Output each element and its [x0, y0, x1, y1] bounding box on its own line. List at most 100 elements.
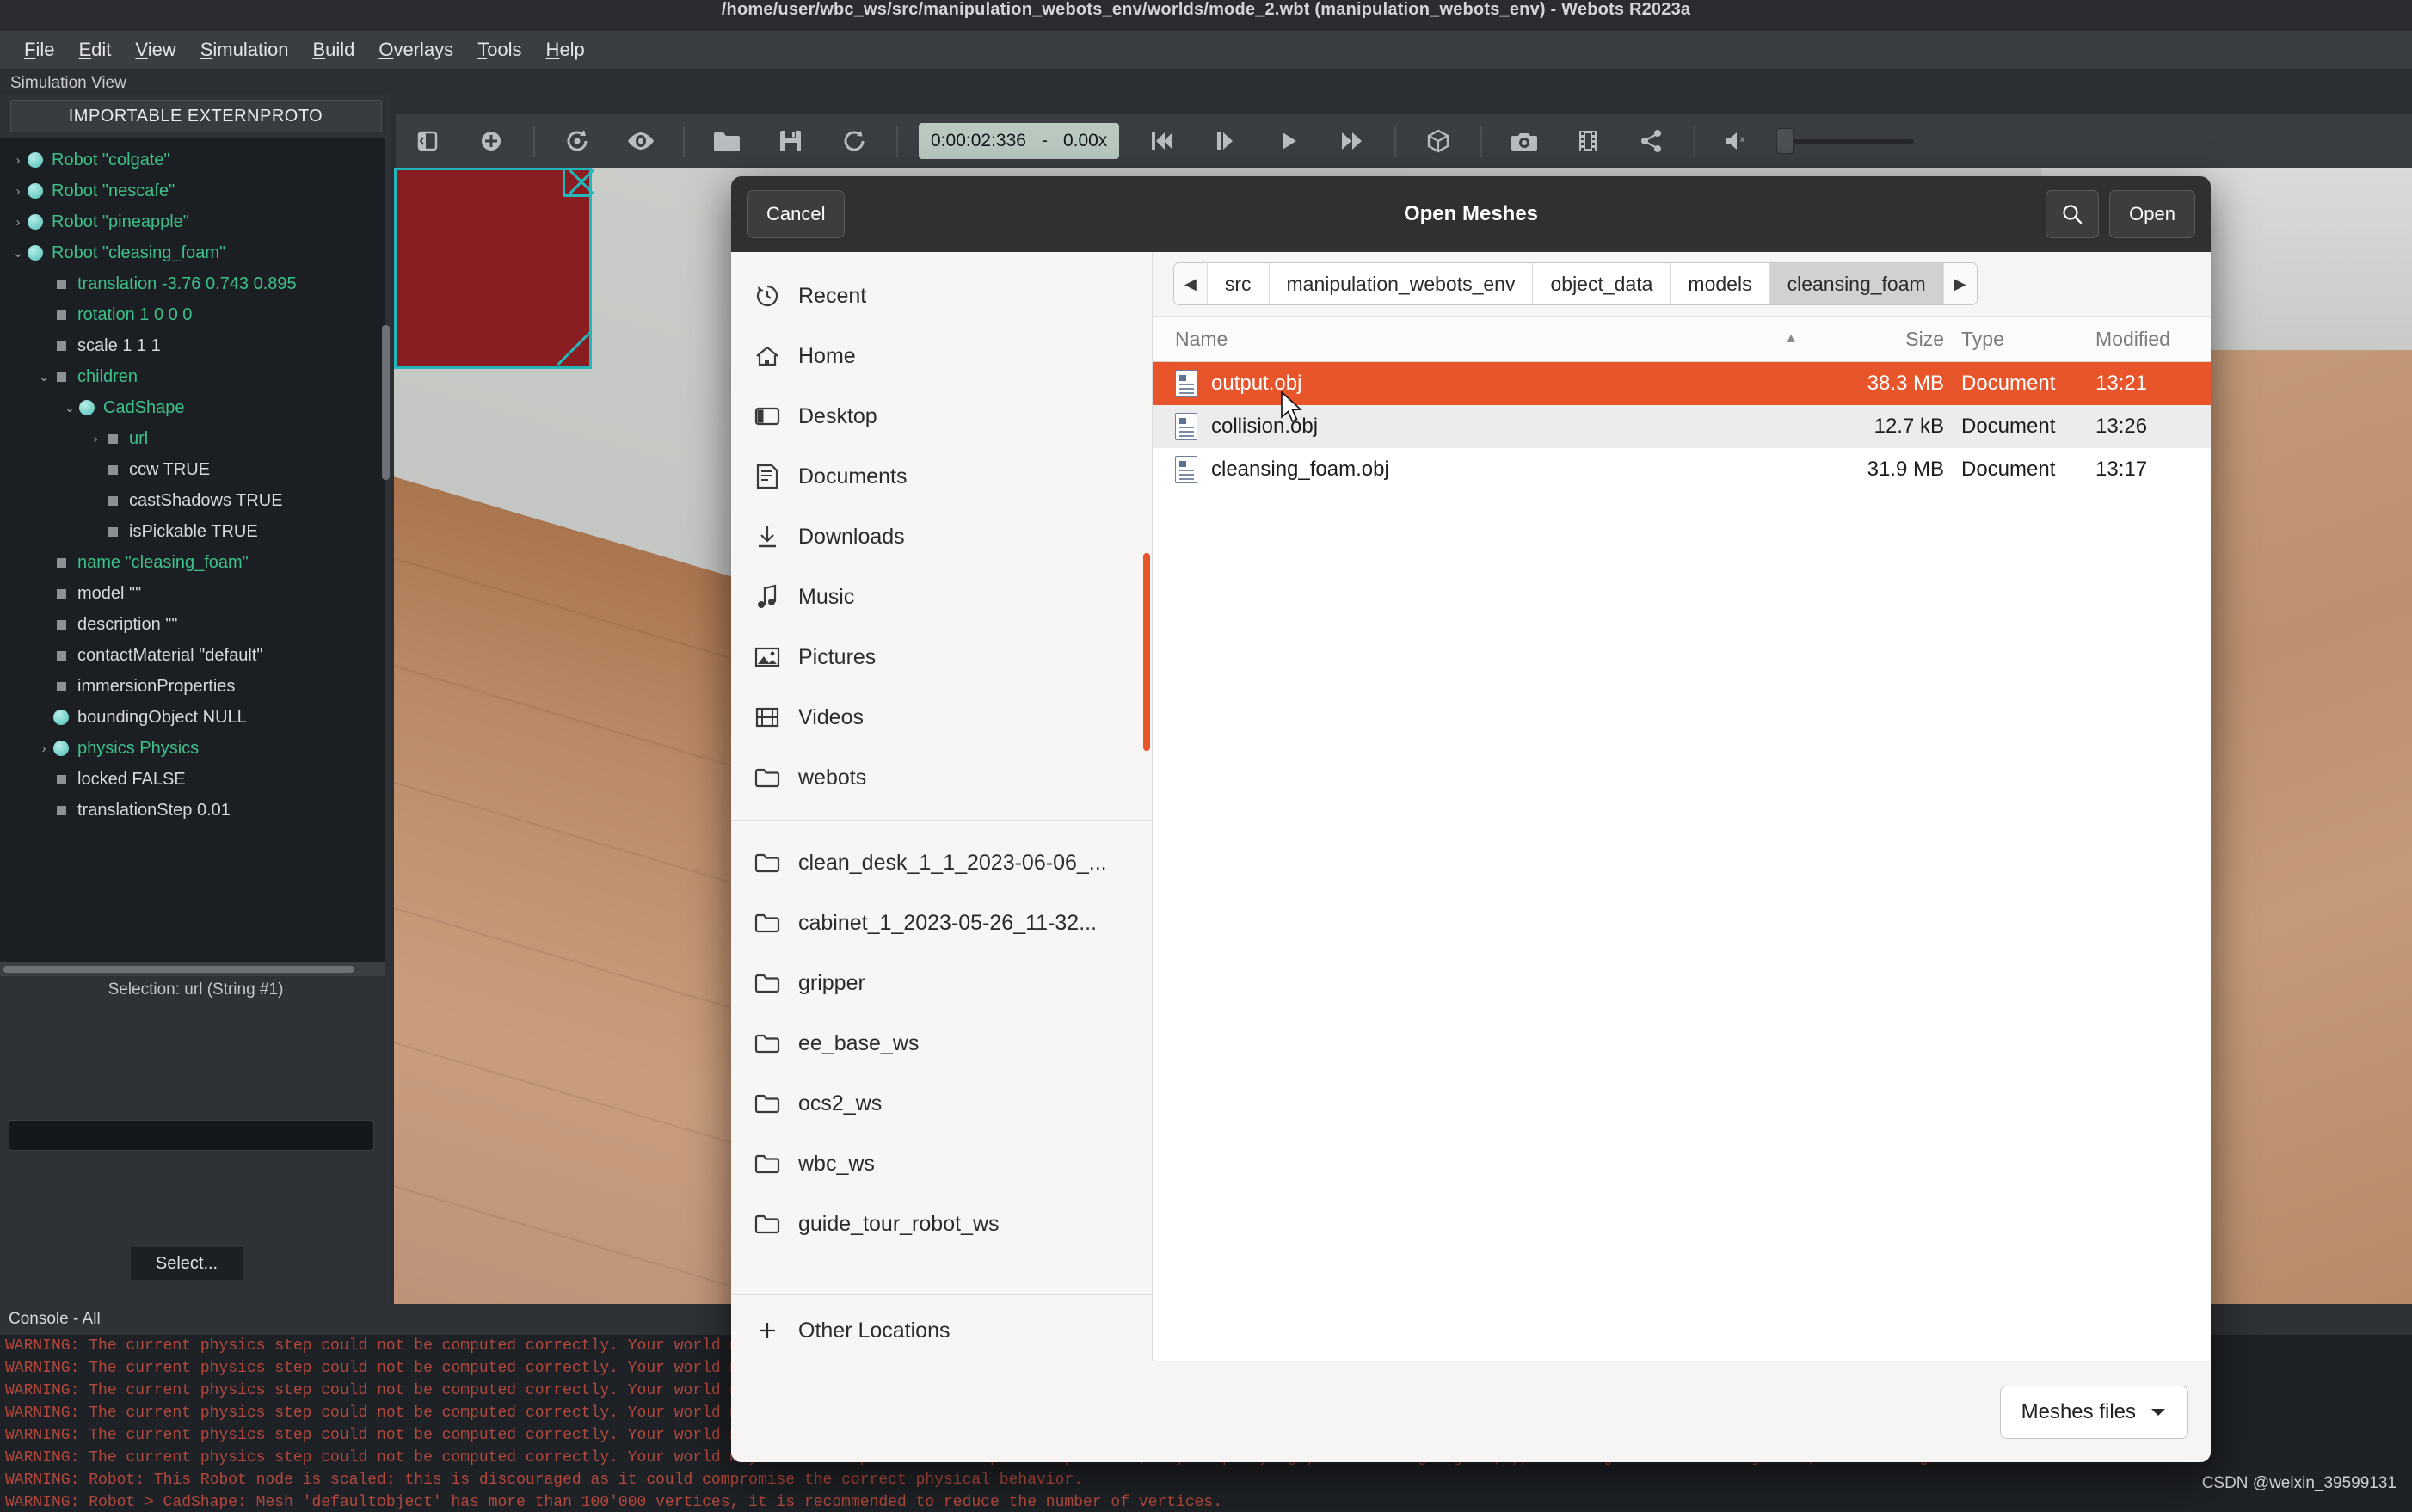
add-node-icon[interactable]: [468, 122, 514, 160]
scene-tree-row[interactable]: translation -3.76 0.743 0.895: [0, 268, 385, 299]
view-icon[interactable]: [618, 122, 664, 160]
menu-view[interactable]: View: [123, 37, 188, 63]
scene-tree[interactable]: › Robot "colgate" › Robot "nescafe" › Robot "…: [0, 138, 385, 976]
scene-tree-row[interactable]: ⌄ CadShape: [0, 392, 385, 423]
place-downloads[interactable]: Downloads: [731, 507, 1152, 567]
sound-mute-icon[interactable]: x: [1714, 122, 1761, 160]
breadcrumb-item-object-data[interactable]: object_data: [1533, 263, 1671, 304]
bookmark-wbc-ws[interactable]: wbc_ws: [731, 1134, 1152, 1194]
bookmark-cabinet-1-2023-05-26-11-32[interactable]: cabinet_1_2023-05-26_11-32...: [731, 893, 1152, 953]
breadcrumb-prev-icon[interactable]: ◀: [1174, 263, 1208, 304]
file-type-filter-dropdown[interactable]: Meshes files: [1999, 1385, 2188, 1439]
place-webots[interactable]: webots: [731, 747, 1152, 808]
scene-tree-scrollbar[interactable]: [382, 325, 390, 480]
column-header-size[interactable]: Size: [1815, 328, 1944, 351]
scene-tree-row[interactable]: immersionProperties: [0, 671, 385, 702]
breadcrumb-item-src[interactable]: src: [1208, 263, 1270, 304]
menu-help[interactable]: Help: [534, 37, 597, 63]
chevron-down-icon[interactable]: ⌄: [9, 245, 28, 261]
scene-tree-row[interactable]: translationStep 0.01: [0, 795, 385, 826]
share-icon[interactable]: [1628, 122, 1675, 160]
scene-tree-row[interactable]: rotation 1 0 0 0: [0, 299, 385, 330]
breadcrumb-next-icon[interactable]: ▶: [1943, 263, 1977, 304]
chevron-down-icon[interactable]: ⌄: [60, 400, 79, 415]
volume-knob[interactable]: [1776, 128, 1794, 154]
table-row[interactable]: cleansing_foam.obj 31.9 MB Document 13:17: [1153, 448, 2211, 491]
place-other-locations[interactable]: Other Locations: [731, 1300, 1152, 1361]
bookmark-clean-desk-1-1-2023-06-06[interactable]: clean_desk_1_1_2023-06-06_...: [731, 833, 1152, 893]
close-selection-icon[interactable]: [563, 168, 592, 197]
open-button[interactable]: Open: [2109, 190, 2195, 238]
column-header-type[interactable]: Type: [1944, 328, 2082, 351]
scene-tree-row[interactable]: boundingObject NULL: [0, 702, 385, 733]
scene-tree-row[interactable]: isPickable TRUE: [0, 516, 385, 547]
place-documents[interactable]: Documents: [731, 446, 1152, 507]
menu-tools[interactable]: Tools: [465, 37, 533, 63]
bookmark-ocs2-ws[interactable]: ocs2_ws: [731, 1073, 1152, 1134]
panel-toggle-icon[interactable]: [404, 122, 451, 160]
select-button[interactable]: Select...: [131, 1247, 243, 1280]
breadcrumb[interactable]: ◀ src manipulation_webots_env object_data mo…: [1173, 262, 1978, 305]
open-world-icon[interactable]: [704, 122, 750, 160]
file-list[interactable]: output.obj 38.3 MB Document 13:21 collision.…: [1153, 362, 2211, 1361]
movie-icon[interactable]: [1565, 122, 1611, 160]
reset-icon[interactable]: [1138, 122, 1184, 160]
column-header-name[interactable]: Name ▲: [1153, 328, 1815, 351]
search-icon[interactable]: [2046, 190, 2100, 238]
scene-tree-row[interactable]: castShadows TRUE: [0, 485, 385, 516]
scene-tree-row[interactable]: › url: [0, 423, 385, 454]
simulation-time-field[interactable]: 0:00:02:336 - 0.00x: [919, 123, 1120, 159]
scene-tree-row[interactable]: model "": [0, 578, 385, 609]
save-world-icon[interactable]: [767, 122, 814, 160]
scene-tree-row[interactable]: name "cleasing_foam": [0, 547, 385, 578]
scene-tree-row[interactable]: scale 1 1 1: [0, 330, 385, 361]
menu-build[interactable]: Build: [300, 37, 366, 63]
breadcrumb-item-cleansing-foam[interactable]: cleansing_foam: [1769, 263, 1944, 304]
cancel-button[interactable]: Cancel: [747, 190, 846, 238]
scene-tree-row[interactable]: description "": [0, 609, 385, 640]
menu-overlays[interactable]: Overlays: [366, 37, 465, 63]
bookmark-ee-base-ws[interactable]: ee_base_ws: [731, 1013, 1152, 1073]
breadcrumb-item-models[interactable]: models: [1671, 263, 1770, 304]
column-header-modified[interactable]: Modified: [2082, 328, 2211, 351]
reload-icon[interactable]: [831, 122, 877, 160]
scene-tree-row[interactable]: contactMaterial "default": [0, 640, 385, 671]
place-desktop[interactable]: Desktop: [731, 386, 1152, 446]
revert-icon[interactable]: [554, 122, 600, 160]
resize-handle-icon[interactable]: [555, 332, 588, 365]
chevron-right-icon[interactable]: ›: [9, 215, 28, 230]
scene-tree-row[interactable]: ⌄ children: [0, 361, 385, 392]
scene-tree-row[interactable]: › Robot "pineapple": [0, 206, 385, 237]
importable-externproto-button[interactable]: IMPORTABLE EXTERNPROTO: [9, 100, 382, 132]
scene-tree-row[interactable]: ccw TRUE: [0, 454, 385, 485]
place-home[interactable]: Home: [731, 326, 1152, 386]
menu-file[interactable]: File: [12, 37, 66, 63]
places-scrollbar[interactable]: [1143, 553, 1150, 751]
bookmark-guide-tour-robot-ws[interactable]: guide_tour_robot_ws: [731, 1194, 1152, 1254]
table-row[interactable]: collision.obj 12.7 kB Document 13:26: [1153, 405, 2211, 448]
scene-tree-row[interactable]: › Robot "nescafe": [0, 175, 385, 206]
place-music[interactable]: Music: [731, 567, 1152, 627]
scene-tree-row[interactable]: › Robot "colgate": [0, 144, 385, 175]
play-icon[interactable]: [1265, 122, 1312, 160]
place-videos[interactable]: Videos: [731, 687, 1152, 747]
breadcrumb-item-manipulation-webots-env[interactable]: manipulation_webots_env: [1270, 263, 1534, 304]
place-pictures[interactable]: Pictures: [731, 627, 1152, 687]
screenshot-icon[interactable]: [1501, 122, 1547, 160]
bookmark-gripper[interactable]: gripper: [731, 953, 1152, 1013]
chevron-right-icon[interactable]: ›: [86, 432, 105, 446]
step-icon[interactable]: [1202, 122, 1248, 160]
chevron-right-icon[interactable]: ›: [34, 741, 53, 756]
chevron-right-icon[interactable]: ›: [9, 153, 28, 168]
chevron-down-icon[interactable]: ⌄: [34, 369, 53, 384]
scene-tree-row[interactable]: › physics Physics: [0, 733, 385, 764]
volume-slider[interactable]: [1776, 126, 1915, 156]
scene-tree-horizontal-scrollbar[interactable]: [0, 962, 385, 976]
table-row[interactable]: output.obj 38.3 MB Document 13:21: [1153, 362, 2211, 405]
fast-forward-icon[interactable]: [1329, 122, 1375, 160]
scene-tree-row[interactable]: ⌄ Robot "cleasing_foam": [0, 237, 385, 268]
menu-edit[interactable]: Edit: [66, 37, 123, 63]
scene-tree-row[interactable]: locked FALSE: [0, 764, 385, 795]
render-icon[interactable]: [1415, 122, 1461, 160]
menu-simulation[interactable]: Simulation: [188, 37, 301, 63]
